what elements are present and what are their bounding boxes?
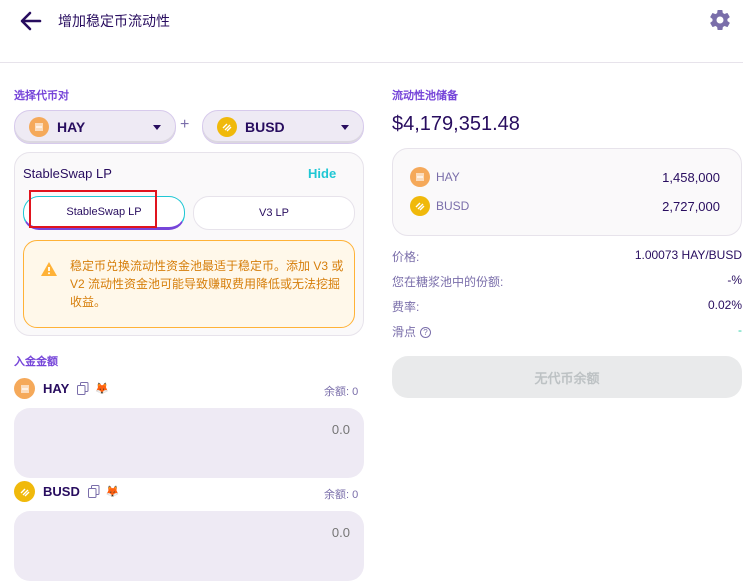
busd-icon (410, 196, 430, 216)
info-row-fee: 费率: 0.02% (392, 298, 742, 315)
metamask-icon[interactable]: 🦊 (106, 485, 120, 498)
copy-icon[interactable] (77, 382, 89, 395)
reserve-symbol: BUSD (436, 199, 470, 213)
warning-text: 稳定币兑换流动性资金池最适于稳定币。添加 V3 或 V2 流动性资金池可能导致赚… (70, 259, 344, 309)
info-label: 费率: (392, 300, 420, 314)
info-row-share: 您在糖浆池中的份额: -% (392, 273, 742, 290)
amount-input-busd[interactable] (150, 525, 350, 540)
metamask-icon[interactable]: 🦊 (95, 382, 109, 395)
info-label: 滑点 (392, 325, 417, 339)
balance-busd: 余额: 0 (324, 489, 359, 501)
chevron-down-icon (341, 124, 349, 130)
hay-icon (14, 378, 35, 399)
info-label: 您在糖浆池中的份额: (392, 275, 504, 289)
reserves-card (392, 148, 742, 236)
busd-icon (14, 481, 35, 502)
settings-button[interactable] (708, 8, 732, 32)
deposit-token-busd: BUSD 🦊 (14, 481, 120, 502)
info-value: 0.02% (707, 298, 742, 312)
back-button[interactable] (16, 8, 46, 34)
info-row-price: 价格: 1.00073 HAY/BUSD (392, 248, 742, 265)
tab-v3-lp[interactable]: V3 LP (193, 196, 355, 230)
tab-stableswap-lp[interactable]: StableSwap LP (23, 196, 185, 230)
reserve-amount: 2,727,000 (662, 198, 720, 214)
total-liquidity: $4,179,351.48 (392, 113, 520, 135)
info-value: 1.00073 HAY/BUSD (634, 248, 742, 262)
hay-icon (29, 117, 49, 137)
copy-icon[interactable] (87, 485, 100, 498)
reserve-row-hay: HAY 1,458,000 (410, 167, 720, 187)
deposit-token-symbol: BUSD (43, 484, 80, 499)
hide-button[interactable]: Hide (308, 166, 336, 181)
hay-icon (410, 167, 430, 187)
pool-reserves-label: 流动性池储备 (392, 90, 458, 102)
info-row-slippage: 滑点? - (392, 323, 742, 340)
page-title: 增加稳定币流动性 (58, 13, 170, 29)
busd-icon (217, 117, 237, 137)
balance-hay: 余额: 0 (324, 386, 359, 398)
deposit-token-symbol: HAY (43, 381, 70, 396)
chevron-down-icon (153, 124, 161, 130)
amount-input-hay[interactable] (150, 422, 350, 437)
help-icon[interactable]: ? (420, 327, 432, 339)
token-b-symbol: BUSD (245, 119, 285, 135)
info-value: - (738, 323, 742, 337)
warning-icon (40, 261, 58, 277)
deposit-token-hay: HAY 🦊 (14, 378, 109, 399)
token-a-select[interactable]: HAY (14, 110, 176, 144)
deposit-label: 入金金额 (14, 356, 58, 368)
arrow-left-icon (20, 11, 42, 31)
submit-button[interactable]: 无代币余额 (392, 356, 742, 398)
reserve-row-busd: BUSD 2,727,000 (410, 196, 720, 216)
reserve-symbol: HAY (436, 170, 460, 184)
token-b-select[interactable]: BUSD (202, 110, 364, 144)
reserve-amount: 1,458,000 (662, 169, 720, 185)
info-label: 价格: (392, 250, 420, 264)
token-a-symbol: HAY (57, 119, 86, 135)
gear-icon (710, 9, 730, 31)
amount-box-busd[interactable] (14, 511, 364, 581)
select-pair-label: 选择代币对 (14, 90, 69, 102)
info-value: -% (727, 273, 742, 287)
lp-type-title: StableSwap LP (23, 166, 112, 181)
amount-box-hay[interactable] (14, 408, 364, 478)
header-divider (0, 62, 743, 63)
plus-sign: + (180, 116, 190, 133)
